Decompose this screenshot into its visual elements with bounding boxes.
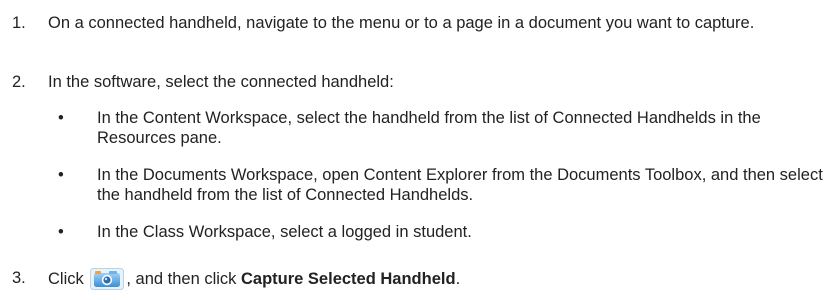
step-text-before: Click: [48, 270, 84, 288]
bullet-marker: •: [58, 166, 64, 184]
step-1: 1. On a connected handheld, navigate to …: [12, 13, 827, 33]
bullet-marker: •: [58, 223, 64, 241]
bullet-item-class-workspace: • In the Class Workspace, select a logge…: [58, 222, 828, 242]
bullet-marker: •: [58, 109, 64, 127]
step-text-after: .: [455, 270, 461, 288]
step-number: 1.: [12, 14, 26, 32]
step-text: On a connected handheld, navigate to the…: [48, 14, 755, 32]
step-number: 2.: [12, 73, 26, 91]
step-2: 2. In the software, select the connected…: [12, 72, 827, 92]
step-text: In the software, select the connected ha…: [48, 73, 394, 91]
bullet-item-content-workspace: • In the Content Workspace, select the h…: [58, 108, 828, 148]
bullet-text: In the Content Workspace, select the han…: [97, 109, 761, 147]
bullet-text: In the Class Workspace, select a logged …: [97, 223, 472, 241]
instructions-document: 1. On a connected handheld, navigate to …: [0, 0, 833, 300]
camera-icon[interactable]: [90, 268, 125, 290]
capture-selected-handheld-label: Capture Selected Handheld: [241, 270, 456, 288]
bullet-text: In the Documents Workspace, open Content…: [97, 166, 823, 204]
step-text: Click , and then click Capture Selected …: [48, 268, 827, 290]
step-3: 3. Click , and then click Capture Select…: [12, 268, 827, 290]
step-text-middle: , and then click: [126, 270, 237, 288]
bullet-item-documents-workspace: • In the Documents Workspace, open Conte…: [58, 165, 828, 205]
step-number: 3.: [12, 269, 26, 287]
